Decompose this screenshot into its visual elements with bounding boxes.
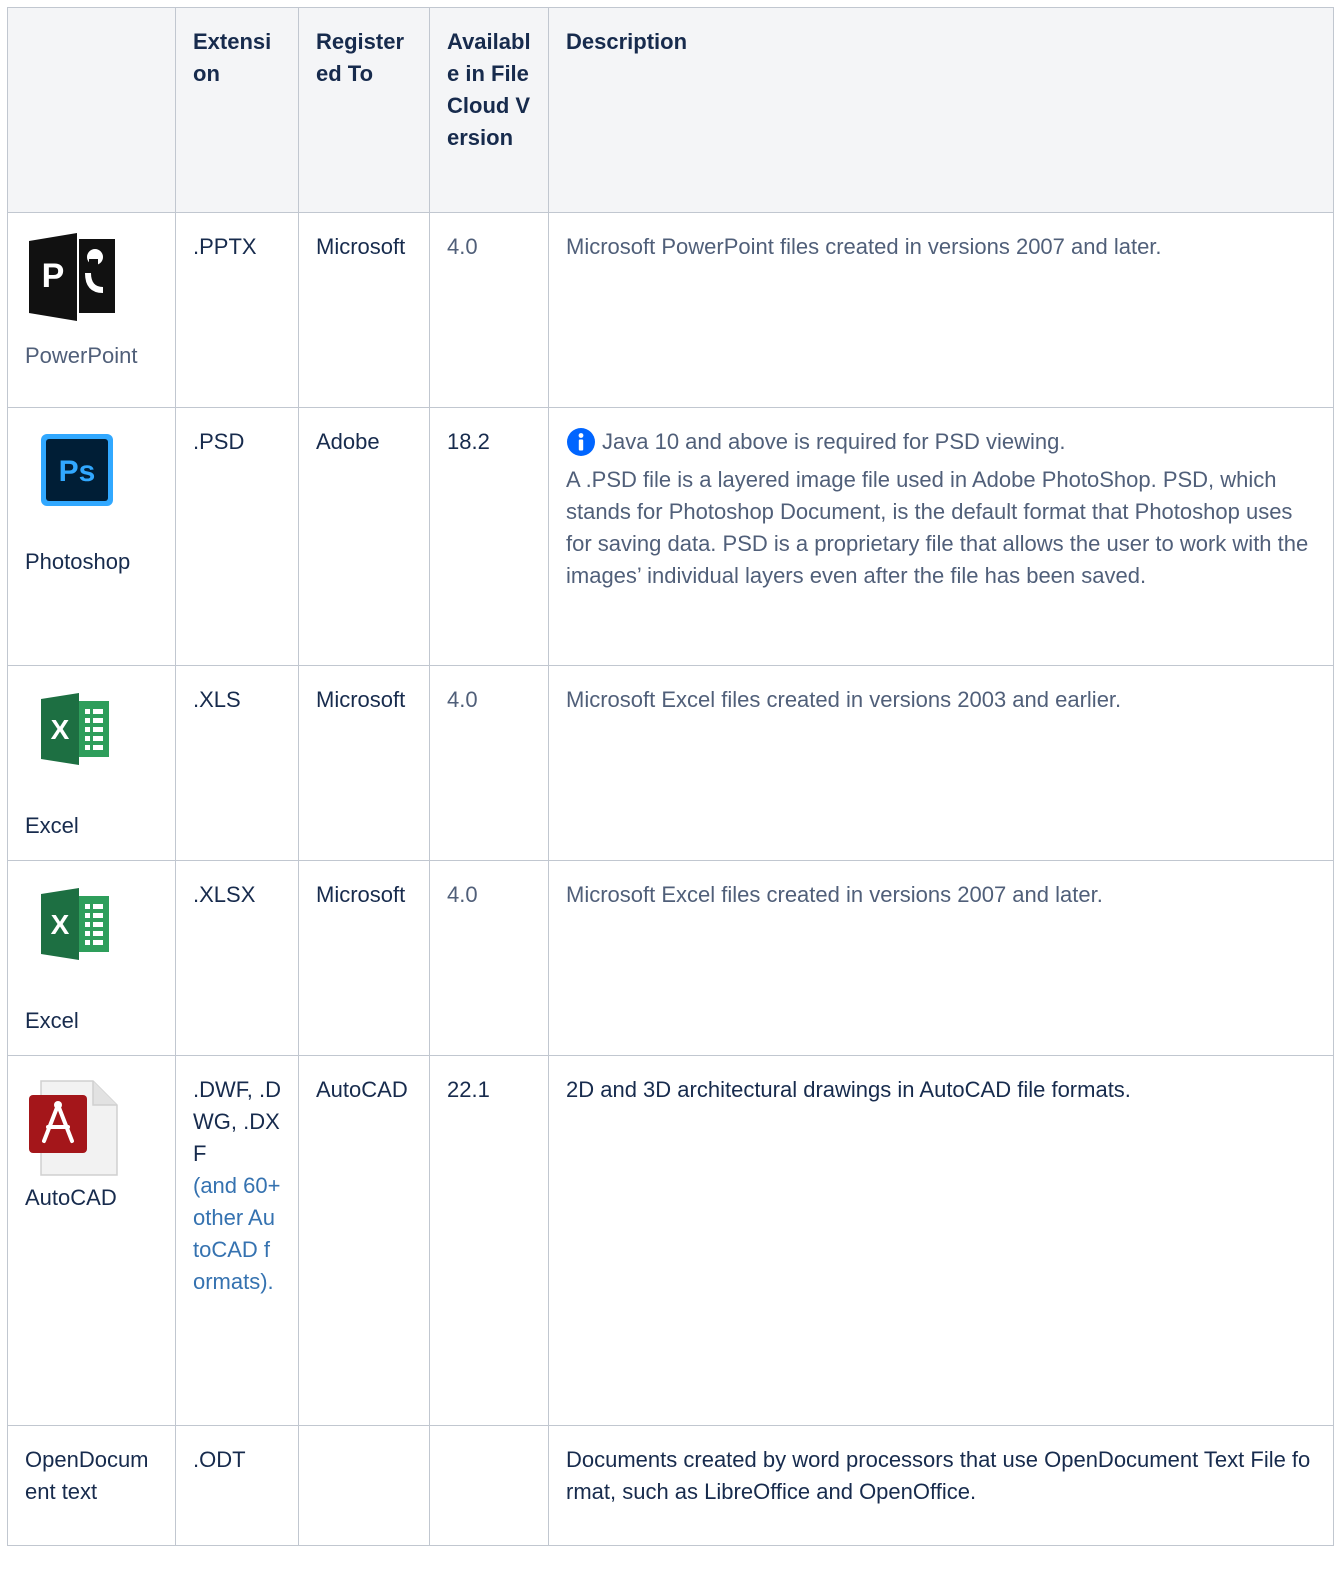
extension-cell: .ODT — [175, 1425, 299, 1546]
table-row: AutoCAD .DWF, .DWG, .DXF (and 60+ other … — [7, 1055, 1334, 1426]
description-cell: Microsoft Excel files created in version… — [548, 860, 1334, 1056]
registered-to-cell: Microsoft — [298, 212, 430, 408]
description-cell: Microsoft Excel files created in version… — [548, 665, 1334, 861]
extension-cell: .XLSX — [175, 860, 299, 1056]
app-cell: AutoCAD — [7, 1055, 176, 1426]
extension-cell: .DWF, .DWG, .DXF (and 60+ other AutoCAD … — [175, 1055, 299, 1426]
info-icon — [567, 428, 595, 456]
app-cell: P PowerPoint — [7, 212, 176, 408]
version-cell: 4.0 — [429, 860, 549, 1056]
version-cell: 4.0 — [429, 212, 549, 408]
file-formats-table: Extension Registered To Available in Fil… — [7, 7, 1334, 1546]
svg-text:X: X — [51, 909, 70, 940]
info-note: Java 10 and above is required for PSD vi… — [566, 426, 1316, 458]
svg-text:X: X — [51, 714, 70, 745]
version-cell — [429, 1425, 549, 1546]
table-row: P PowerPoint .PPTX Microsoft 4.0 Microso… — [7, 212, 1334, 408]
description-cell: Java 10 and above is required for PSD vi… — [548, 407, 1334, 666]
extension-text: .DWF, .DWG, .DXF — [193, 1077, 281, 1166]
photoshop-icon: Ps — [40, 433, 158, 516]
header-registered-to: Registered To — [298, 7, 430, 213]
header-available-version: Available in FileCloud Version — [429, 7, 549, 213]
table-row: X Excel .XLS Microsoft 4.0 Microsoft Exc — [7, 665, 1334, 861]
app-name: PowerPoint — [25, 343, 138, 368]
app-cell: OpenDocument text — [7, 1425, 176, 1546]
more-formats-link[interactable]: (and 60+ other AutoCAD formats). — [193, 1173, 280, 1294]
extension-cell: .XLS — [175, 665, 299, 861]
table-header-row: Extension Registered To Available in Fil… — [7, 7, 1334, 213]
table-row: OpenDocument text .ODT Documents created… — [7, 1425, 1334, 1546]
app-name: AutoCAD — [25, 1185, 117, 1210]
svg-text:P: P — [42, 257, 65, 295]
app-name: OpenDocument text — [25, 1447, 149, 1504]
registered-to-cell: Microsoft — [298, 665, 430, 861]
registered-to-cell: Adobe — [298, 407, 430, 666]
powerpoint-icon: P — [25, 231, 158, 332]
version-cell: 22.1 — [429, 1055, 549, 1426]
description-cell: Documents created by word processors tha… — [548, 1425, 1334, 1546]
extension-cell: .PSD — [175, 407, 299, 666]
app-name: Photoshop — [25, 549, 131, 574]
autocad-icon — [27, 1079, 158, 1186]
app-cell: X Excel — [7, 860, 176, 1056]
header-extension: Extension — [175, 7, 299, 213]
description-cell: 2D and 3D architectural drawings in Auto… — [548, 1055, 1334, 1426]
table-row: Ps Photoshop .PSD Adobe 18.2 Java 10 and… — [7, 407, 1334, 666]
app-name: Excel — [25, 1008, 79, 1033]
version-cell: 4.0 — [429, 665, 549, 861]
header-description: Description — [548, 7, 1334, 213]
header-icon — [7, 7, 176, 213]
excel-icon: X — [39, 691, 158, 776]
excel-icon: X — [39, 886, 158, 971]
app-name: Excel — [25, 813, 79, 838]
app-cell: Ps Photoshop — [7, 407, 176, 666]
table-row: X Excel .XLSX Microsoft 4.0 Microsoft Ex — [7, 860, 1334, 1056]
info-note-text: Java 10 and above is required for PSD vi… — [602, 429, 1066, 454]
description-text: A .PSD file is a layered image file used… — [566, 467, 1309, 588]
extension-cell: .PPTX — [175, 212, 299, 408]
app-cell: X Excel — [7, 665, 176, 861]
version-cell: 18.2 — [429, 407, 549, 666]
description-cell: Microsoft PowerPoint files created in ve… — [548, 212, 1334, 408]
registered-to-cell — [298, 1425, 430, 1546]
svg-text:Ps: Ps — [59, 455, 96, 488]
registered-to-cell: AutoCAD — [298, 1055, 430, 1426]
registered-to-cell: Microsoft — [298, 860, 430, 1056]
